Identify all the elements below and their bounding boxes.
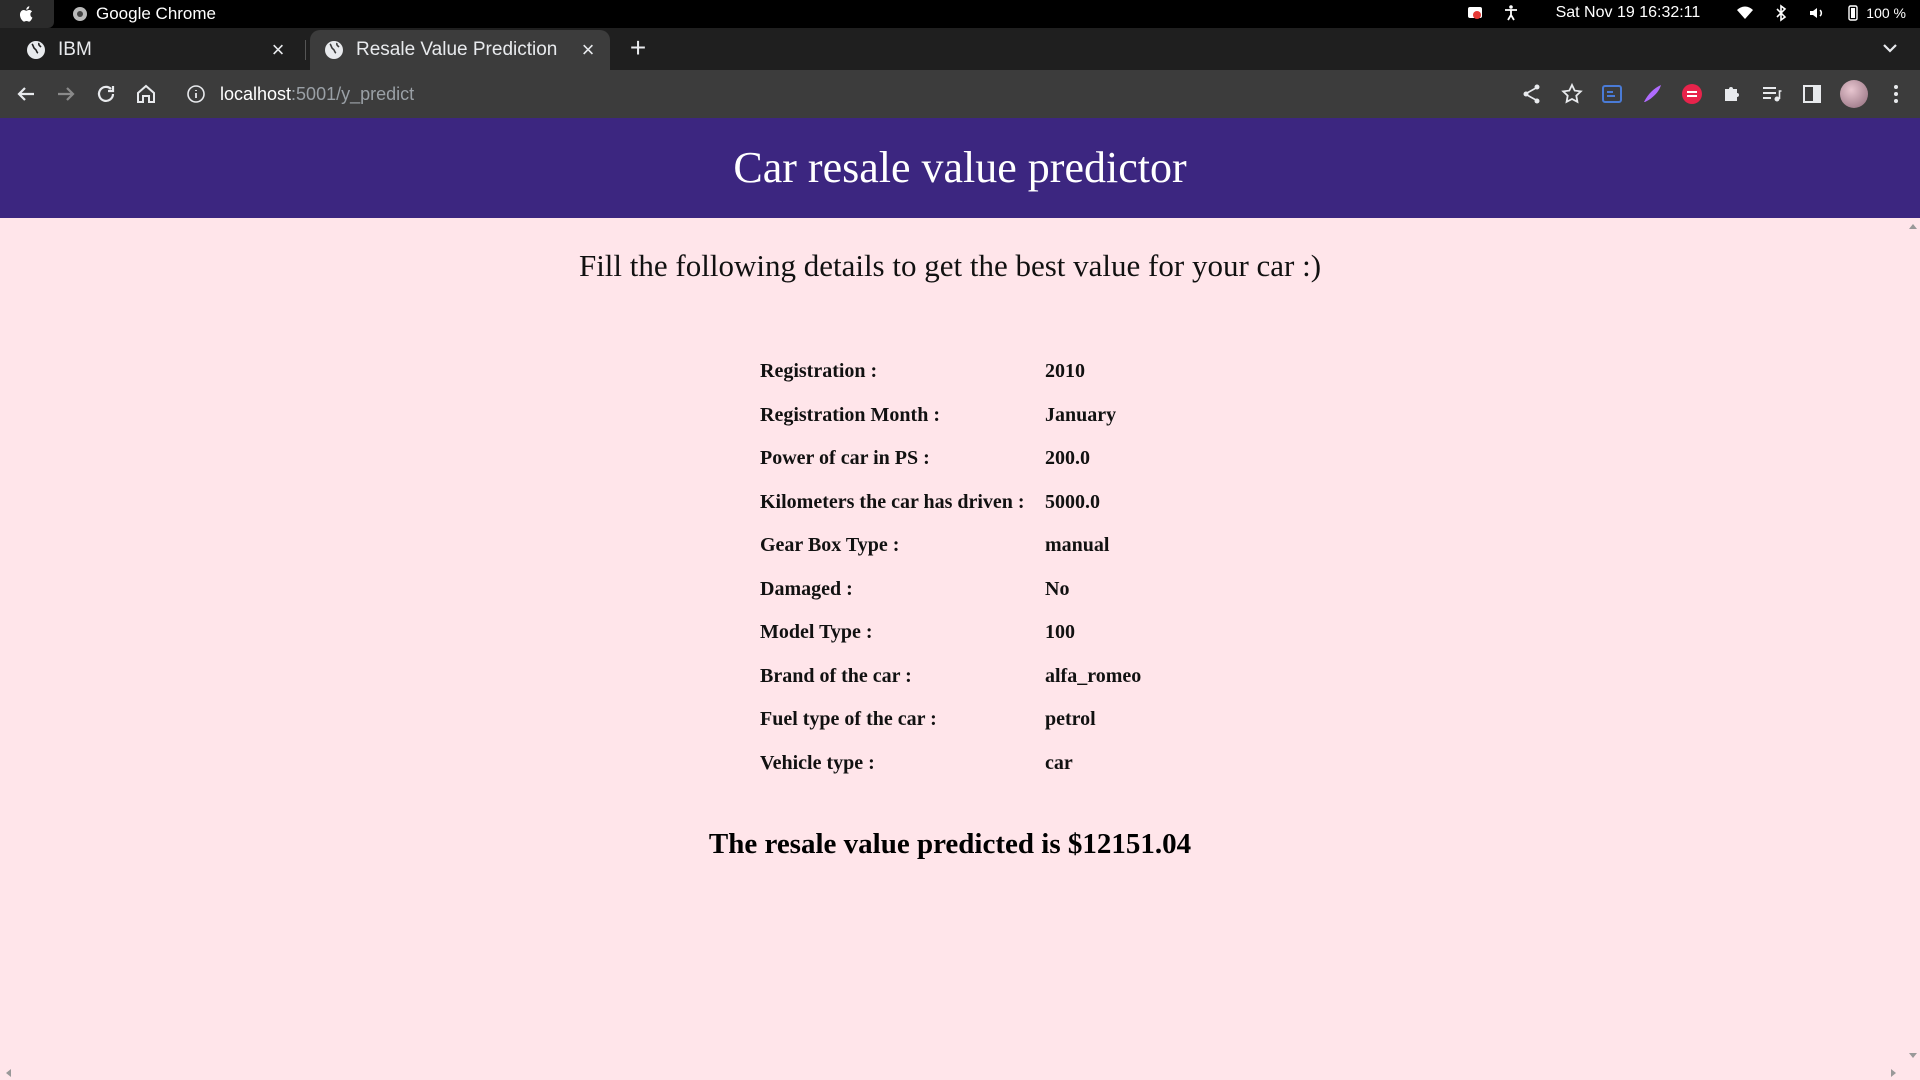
detail-row: Model Type : 100 <box>760 611 1260 655</box>
tab-divider <box>305 40 306 60</box>
tab-strip: IBM × Resale Value Prediction × + <box>0 28 1920 70</box>
detail-value: manual <box>1045 534 1110 557</box>
back-arrow-icon[interactable] <box>14 82 38 106</box>
extension-reader-icon[interactable] <box>1600 82 1624 106</box>
address-bar[interactable]: localhost:5001/y_predict <box>178 76 1478 112</box>
detail-value: 200.0 <box>1045 447 1090 470</box>
detail-row: Gear Box Type : manual <box>760 524 1260 568</box>
os-clock[interactable]: Sat Nov 19 16:32:11 <box>1556 4 1701 22</box>
detail-label: Power of car in PS : <box>760 447 930 470</box>
tab-resale-value-prediction[interactable]: Resale Value Prediction × <box>310 30 610 70</box>
kebab-menu-icon[interactable] <box>1884 82 1908 106</box>
page-title: Car resale value predictor <box>733 143 1187 192</box>
apple-menu[interactable] <box>0 0 54 28</box>
detail-row: Registration : 2010 <box>760 350 1260 394</box>
detail-row: Fuel type of the car : petrol <box>760 698 1260 742</box>
close-tab-icon[interactable]: × <box>268 39 288 61</box>
extension-red-circle-icon[interactable] <box>1680 82 1704 106</box>
side-panel-icon[interactable] <box>1800 82 1824 106</box>
screen-record-icon[interactable] <box>1466 4 1484 22</box>
reload-icon[interactable] <box>94 82 118 106</box>
globe-icon <box>27 41 45 59</box>
forward-arrow-icon[interactable] <box>54 82 78 106</box>
url-path: :5001/y_predict <box>291 83 415 104</box>
detail-value: 5000.0 <box>1045 490 1100 513</box>
detail-row: Power of car in PS : 200.0 <box>760 437 1260 481</box>
detail-label: Registration : <box>760 360 878 383</box>
tab-search-chevron-icon[interactable] <box>1878 36 1902 60</box>
detail-row: Damaged : No <box>760 568 1260 612</box>
globe-icon <box>325 41 343 59</box>
bluetooth-icon[interactable] <box>1772 4 1790 22</box>
detail-value: alfa_romeo <box>1045 664 1142 687</box>
battery-percent: 100 % <box>1866 5 1906 21</box>
detail-label: Gear Box Type : <box>760 534 900 557</box>
toolbar-actions <box>1520 80 1908 108</box>
detail-value: 100 <box>1045 621 1075 644</box>
tab-ibm[interactable]: IBM × <box>0 30 300 70</box>
detail-row: Kilometers the car has driven : 5000.0 <box>760 481 1260 525</box>
close-tab-icon[interactable]: × <box>578 39 598 61</box>
scroll-up-arrow-icon[interactable] <box>1909 224 1917 229</box>
accessibility-icon[interactable] <box>1502 4 1520 22</box>
bookmark-star-icon[interactable] <box>1560 82 1584 106</box>
detail-label: Brand of the car : <box>760 664 912 687</box>
scroll-right-arrow-icon[interactable] <box>1891 1069 1896 1077</box>
apple-icon <box>19 6 33 22</box>
detail-value: January <box>1045 403 1117 426</box>
detail-label: Model Type : <box>760 621 873 644</box>
page-header: Car resale value predictor <box>0 118 1920 218</box>
browser-toolbar: localhost:5001/y_predict <box>0 70 1920 118</box>
battery-status[interactable]: 100 % <box>1844 4 1906 22</box>
vertical-scrollbar[interactable] <box>1906 218 1920 1064</box>
battery-icon <box>1848 5 1858 21</box>
os-active-app[interactable]: Google Chrome <box>72 4 216 24</box>
detail-row: Vehicle type : car <box>760 742 1260 786</box>
detail-label: Damaged : <box>760 577 853 600</box>
detail-label: Fuel type of the car : <box>760 708 937 731</box>
os-app-name: Google Chrome <box>96 4 217 23</box>
tab-label: Resale Value Prediction <box>356 39 558 60</box>
wifi-icon[interactable] <box>1736 4 1754 22</box>
volume-icon[interactable] <box>1808 4 1826 22</box>
detail-row: Registration Month : January <box>760 394 1260 438</box>
chrome-icon <box>73 7 87 21</box>
horizontal-scrollbar[interactable] <box>0 1066 1920 1080</box>
detail-label: Registration Month : <box>760 403 940 426</box>
media-queue-icon[interactable] <box>1760 82 1784 106</box>
prediction-result: The resale value predicted is $12151.04 <box>708 828 1192 860</box>
scroll-down-arrow-icon[interactable] <box>1909 1053 1917 1058</box>
profile-avatar[interactable] <box>1840 80 1868 108</box>
url-host: localhost <box>220 83 292 104</box>
detail-value: car <box>1045 751 1073 774</box>
share-icon[interactable] <box>1520 82 1544 106</box>
home-icon[interactable] <box>134 82 158 106</box>
page-subtitle: Fill the following details to get the be… <box>578 248 1322 283</box>
os-top-bar: Google Chrome Sat Nov 19 16:32:11 100 % <box>0 0 1920 28</box>
detail-value: 2010 <box>1045 360 1085 383</box>
detail-row: Brand of the car : alfa_romeo <box>760 655 1260 699</box>
os-tray: Sat Nov 19 16:32:11 100 % <box>1466 4 1906 22</box>
detail-label: Kilometers the car has driven : <box>760 490 1025 513</box>
detail-value: No <box>1045 577 1070 600</box>
scroll-left-arrow-icon[interactable] <box>6 1069 11 1077</box>
site-info-icon[interactable] <box>186 84 206 104</box>
detail-value: petrol <box>1045 708 1096 731</box>
details-list: Registration : 2010 Registration Month : J… <box>760 350 1260 785</box>
web-page: Car resale value predictor Fill the foll… <box>0 118 1920 1080</box>
extensions-puzzle-icon[interactable] <box>1720 82 1744 106</box>
detail-label: Vehicle type : <box>760 751 875 774</box>
new-tab-button[interactable]: + <box>624 34 652 62</box>
extension-feather-icon[interactable] <box>1640 82 1664 106</box>
tab-label: IBM <box>58 39 92 60</box>
